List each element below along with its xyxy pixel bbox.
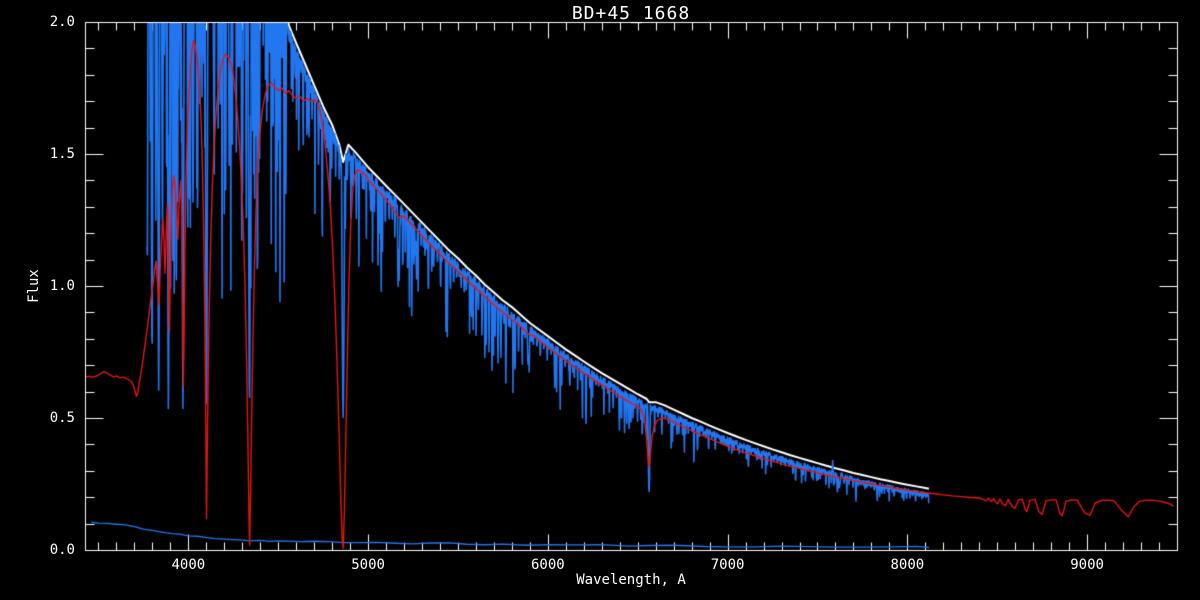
x-tick-label: 5000 xyxy=(351,557,385,573)
chart-title: BD+45_1668 xyxy=(572,3,690,24)
y-tick-label: 0.0 xyxy=(31,542,75,558)
x-tick-label: 8000 xyxy=(891,557,925,573)
x-tick-label: 6000 xyxy=(531,557,565,573)
y-tick-label: 2.0 xyxy=(31,14,75,30)
x-tick-label: 4000 xyxy=(171,557,205,573)
x-axis-label: Wavelength, A xyxy=(576,572,686,588)
spectrum-canvas xyxy=(0,0,1200,600)
x-tick-label: 7000 xyxy=(711,557,745,573)
spectral-plot: BD+45_1668 Wavelength, A Flux 4000500060… xyxy=(0,0,1200,600)
y-tick-label: 1.5 xyxy=(31,146,75,162)
y-tick-label: 0.5 xyxy=(31,410,75,426)
x-tick-label: 9000 xyxy=(1070,557,1104,573)
y-tick-label: 1.0 xyxy=(31,278,75,294)
